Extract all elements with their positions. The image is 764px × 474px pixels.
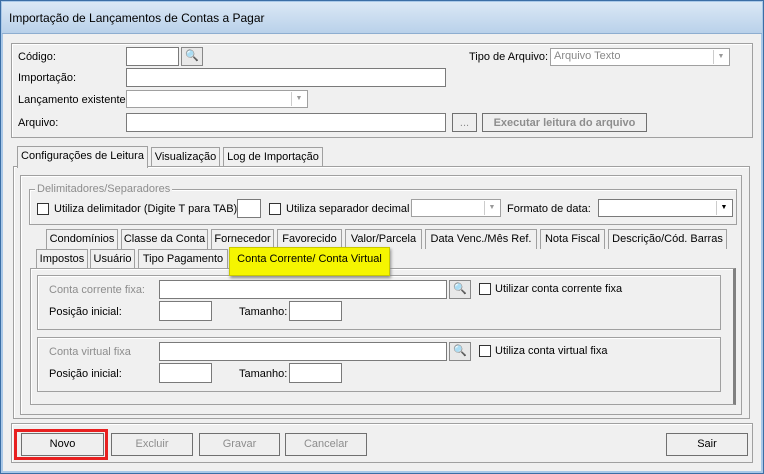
delimitador-checkbox[interactable] xyxy=(37,203,49,215)
conta-corrente-input[interactable] xyxy=(159,280,447,299)
formato-select[interactable]: ▼ xyxy=(598,199,733,217)
conta-corrente-check-label: Utilizar conta corrente fixa xyxy=(495,283,623,295)
conta-virtual-check-label: Utiliza conta virtual fixa xyxy=(495,345,608,357)
tamanho-input[interactable] xyxy=(289,301,342,321)
formato-label: Formato de data: xyxy=(507,203,591,215)
gravar-button[interactable]: Gravar xyxy=(199,433,280,456)
subtab-7[interactable]: Descrição/Cód. Barras xyxy=(608,229,727,249)
executar-button[interactable]: Executar leitura do arquivo xyxy=(482,113,647,132)
conta-corrente-checkbox[interactable] xyxy=(479,283,491,295)
browse-button[interactable]: ... xyxy=(452,113,477,132)
conta-virtual-checkbox[interactable] xyxy=(479,345,491,357)
chevron-down-icon: ▼ xyxy=(713,50,728,64)
tipo-arquivo-label: Tipo de Arquivo: xyxy=(469,51,549,63)
pos-inicial-input[interactable] xyxy=(159,363,212,383)
subtab-2[interactable]: Fornecedor xyxy=(211,229,274,249)
importacao-label: Importação: xyxy=(18,72,77,84)
separador-select[interactable]: ▼ xyxy=(411,199,501,217)
subtab-3[interactable]: Favorecido xyxy=(277,229,342,249)
sair-button[interactable]: Sair xyxy=(666,433,748,456)
conta-corrente-label: Conta corrente fixa: xyxy=(49,284,145,296)
pos-inicial-label: Posição inicial: xyxy=(49,306,122,318)
subtab-r2-1[interactable]: Usuário xyxy=(90,249,135,269)
separador-label: Utiliza separador decimal xyxy=(286,203,410,215)
arquivo-label: Arquivo: xyxy=(18,117,59,129)
excluir-button[interactable]: Excluir xyxy=(111,433,193,456)
delimitadores-legend: Delimitadores/Separadores xyxy=(35,183,173,195)
subtab-0[interactable]: Condomínios xyxy=(46,229,118,249)
window: Importação de Lançamentos de Contas a Pa… xyxy=(0,0,764,474)
lancamento-select[interactable]: ▼ xyxy=(126,90,308,108)
pos-inicial-label: Posição inicial: xyxy=(49,368,122,380)
tamanho-label: Tamanho: xyxy=(239,368,288,380)
delimitador-input[interactable] xyxy=(237,199,261,218)
tipo-arquivo-select[interactable]: Arquivo Texto ▼ xyxy=(550,48,730,66)
lancamento-label: Lançamento existente: xyxy=(18,94,129,106)
tamanho-label: Tamanho: xyxy=(239,306,288,318)
subtab-5[interactable]: Data Venc./Mês Ref. xyxy=(425,229,537,249)
binoculars-icon[interactable]: 🔍 xyxy=(449,342,471,361)
tamanho-input[interactable] xyxy=(289,363,342,383)
chevron-down-icon: ▼ xyxy=(716,201,731,215)
subtab-4[interactable]: Valor/Parcela xyxy=(345,229,422,249)
chevron-down-icon: ▼ xyxy=(484,201,499,215)
importacao-input[interactable] xyxy=(126,68,446,87)
novo-button[interactable]: Novo xyxy=(21,433,104,456)
binoculars-icon[interactable]: 🔍 xyxy=(181,47,203,66)
tab-configuracoes[interactable]: Configurações de Leitura xyxy=(17,146,148,168)
codigo-label: Código: xyxy=(18,51,56,63)
chevron-down-icon: ▼ xyxy=(291,92,306,106)
delimitador-label: Utiliza delimitador (Digite T para TAB) xyxy=(54,203,238,215)
tab-log[interactable]: Log de Importação xyxy=(223,147,323,167)
conta-virtual-input[interactable] xyxy=(159,342,447,361)
separador-checkbox[interactable] xyxy=(269,203,281,215)
pos-inicial-input[interactable] xyxy=(159,301,212,321)
tab-visualizacao[interactable]: Visualização xyxy=(151,147,220,167)
arquivo-input[interactable] xyxy=(126,113,446,132)
binoculars-icon[interactable]: 🔍 xyxy=(449,280,471,299)
conta-virtual-label: Conta virtual fixa xyxy=(49,346,131,358)
subtab-1[interactable]: Classe da Conta xyxy=(121,229,208,249)
subtab-conta-corrente-selected[interactable]: Conta Corrente/ Conta Virtual xyxy=(229,247,390,276)
window-title: Importação de Lançamentos de Contas a Pa… xyxy=(2,2,762,34)
codigo-input[interactable] xyxy=(126,47,179,66)
cancelar-button[interactable]: Cancelar xyxy=(285,433,367,456)
subtab-6[interactable]: Nota Fiscal xyxy=(540,229,605,249)
subtab-r2-0[interactable]: Impostos xyxy=(36,249,88,269)
tipo-arquivo-value: Arquivo Texto xyxy=(554,50,621,62)
subtab-r2-2[interactable]: Tipo Pagamento xyxy=(138,249,228,269)
